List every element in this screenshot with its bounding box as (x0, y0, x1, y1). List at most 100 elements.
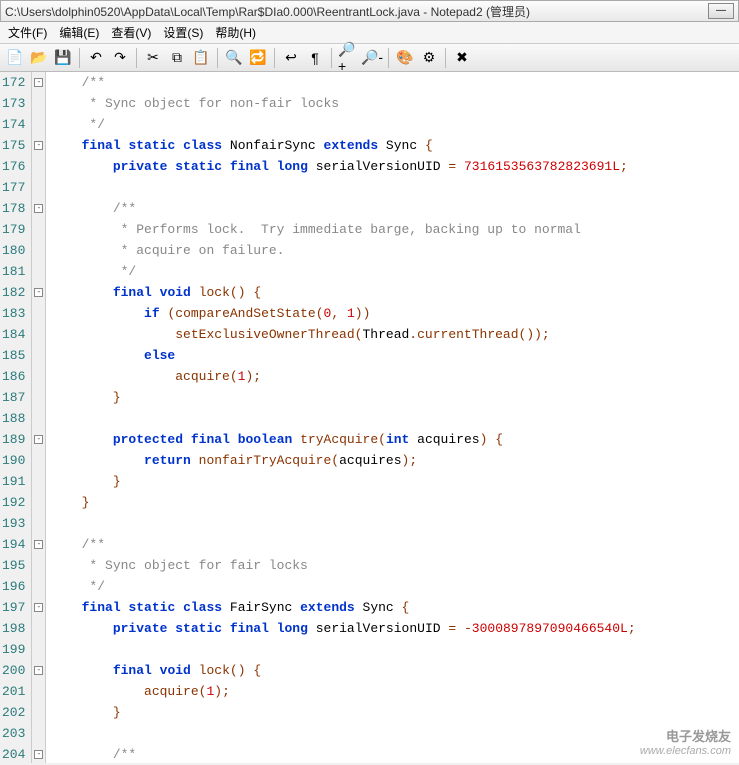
minimize-button[interactable]: — (708, 3, 734, 19)
code-line[interactable]: private static final long serialVersionU… (50, 618, 739, 639)
code-line[interactable]: } (50, 702, 739, 723)
code-line[interactable]: protected final boolean tryAcquire(int a… (50, 429, 739, 450)
code-line[interactable]: */ (50, 261, 739, 282)
line-number: 189 (2, 429, 25, 450)
line-number: 200 (2, 660, 25, 681)
copy-icon[interactable]: ⧉ (166, 47, 188, 69)
code-line[interactable]: /** (50, 534, 739, 555)
code-line[interactable]: else (50, 345, 739, 366)
cut-icon[interactable]: ✂ (142, 47, 164, 69)
fold-toggle-icon[interactable]: - (34, 204, 43, 213)
line-number: 194 (2, 534, 25, 555)
code-line[interactable]: } (50, 471, 739, 492)
code-line[interactable] (50, 408, 739, 429)
code-area[interactable]: /** * Sync object for non-fair locks */ … (46, 72, 739, 763)
line-number: 191 (2, 471, 25, 492)
wordwrap-icon[interactable]: ↩ (280, 47, 302, 69)
scheme-icon[interactable]: 🎨 (394, 47, 416, 69)
line-number: 181 (2, 261, 25, 282)
fold-toggle-icon[interactable]: - (34, 141, 43, 150)
line-number: 184 (2, 324, 25, 345)
line-number: 172 (2, 72, 25, 93)
fold-toggle-icon[interactable]: - (34, 288, 43, 297)
title-bar: C:\Users\dolphin0520\AppData\Local\Temp\… (0, 0, 739, 22)
zoomout-icon[interactable]: 🔎- (361, 47, 383, 69)
line-number: 176 (2, 156, 25, 177)
fold-toggle-icon[interactable]: - (34, 540, 43, 549)
paste-icon[interactable]: 📋 (190, 47, 212, 69)
toolbar-separator (331, 48, 332, 68)
redo-icon[interactable]: ↷ (109, 47, 131, 69)
menu-view[interactable]: 查看(V) (105, 22, 157, 43)
code-line[interactable]: if (compareAndSetState(0, 1)) (50, 303, 739, 324)
code-line[interactable]: final static class NonfairSync extends S… (50, 135, 739, 156)
toolbar: 📄 📂 💾 ↶ ↷ ✂ ⧉ 📋 🔍 🔁 ↩ ¶ 🔎+ 🔎- 🎨 ⚙ ✖ (0, 44, 739, 72)
fold-toggle-icon[interactable]: - (34, 78, 43, 87)
code-line[interactable]: /** (50, 744, 739, 763)
line-number: 201 (2, 681, 25, 702)
showws-icon[interactable]: ¶ (304, 47, 326, 69)
open-file-icon[interactable]: 📂 (28, 47, 50, 69)
menu-file[interactable]: 文件(F) (2, 22, 53, 43)
scheme2-icon[interactable]: ⚙ (418, 47, 440, 69)
zoomin-icon[interactable]: 🔎+ (337, 47, 359, 69)
line-number: 175 (2, 135, 25, 156)
line-number: 178 (2, 198, 25, 219)
line-number: 190 (2, 450, 25, 471)
menu-help[interactable]: 帮助(H) (209, 22, 262, 43)
line-number: 192 (2, 492, 25, 513)
code-line[interactable]: final void lock() { (50, 660, 739, 681)
code-line[interactable]: acquire(1); (50, 681, 739, 702)
code-line[interactable]: private static final long serialVersionU… (50, 156, 739, 177)
line-number: 187 (2, 387, 25, 408)
code-line[interactable] (50, 513, 739, 534)
menu-edit[interactable]: 编辑(E) (53, 22, 105, 43)
fold-column[interactable]: - - - - - - - - - (32, 72, 46, 763)
code-line[interactable]: * Sync object for fair locks (50, 555, 739, 576)
code-line[interactable]: } (50, 492, 739, 513)
toolbar-separator (217, 48, 218, 68)
line-number: 183 (2, 303, 25, 324)
new-file-icon[interactable]: 📄 (4, 47, 26, 69)
code-line[interactable]: final static class FairSync extends Sync… (50, 597, 739, 618)
line-number: 174 (2, 114, 25, 135)
line-number: 204 (2, 744, 25, 765)
code-line[interactable]: return nonfairTryAcquire(acquires); (50, 450, 739, 471)
code-line[interactable]: } (50, 387, 739, 408)
toolbar-separator (79, 48, 80, 68)
line-number: 193 (2, 513, 25, 534)
code-line[interactable]: */ (50, 114, 739, 135)
line-number: 180 (2, 240, 25, 261)
code-line[interactable]: * Sync object for non-fair locks (50, 93, 739, 114)
code-line[interactable]: final void lock() { (50, 282, 739, 303)
code-line[interactable] (50, 723, 739, 744)
line-number: 173 (2, 93, 25, 114)
code-line[interactable] (50, 177, 739, 198)
code-line[interactable]: */ (50, 576, 739, 597)
fold-toggle-icon[interactable]: - (34, 435, 43, 444)
menu-settings[interactable]: 设置(S) (157, 22, 209, 43)
line-number: 179 (2, 219, 25, 240)
code-line[interactable]: /** (50, 198, 739, 219)
exit-icon[interactable]: ✖ (451, 47, 473, 69)
line-number: 195 (2, 555, 25, 576)
title-text: C:\Users\dolphin0520\AppData\Local\Temp\… (5, 3, 706, 20)
code-line[interactable] (50, 639, 739, 660)
line-number: 197 (2, 597, 25, 618)
line-number: 186 (2, 366, 25, 387)
fold-toggle-icon[interactable]: - (34, 750, 43, 759)
fold-toggle-icon[interactable]: - (34, 666, 43, 675)
line-number: 198 (2, 618, 25, 639)
code-line[interactable]: acquire(1); (50, 366, 739, 387)
code-line[interactable]: * Performs lock. Try immediate barge, ba… (50, 219, 739, 240)
code-line[interactable]: /** (50, 72, 739, 93)
fold-toggle-icon[interactable]: - (34, 603, 43, 612)
code-editor[interactable]: 1721731741751761771781791801811821831841… (0, 72, 739, 763)
code-line[interactable]: setExclusiveOwnerThread(Thread.currentTh… (50, 324, 739, 345)
find-icon[interactable]: 🔍 (223, 47, 245, 69)
save-file-icon[interactable]: 💾 (52, 47, 74, 69)
replace-icon[interactable]: 🔁 (247, 47, 269, 69)
line-number: 185 (2, 345, 25, 366)
code-line[interactable]: * acquire on failure. (50, 240, 739, 261)
undo-icon[interactable]: ↶ (85, 47, 107, 69)
